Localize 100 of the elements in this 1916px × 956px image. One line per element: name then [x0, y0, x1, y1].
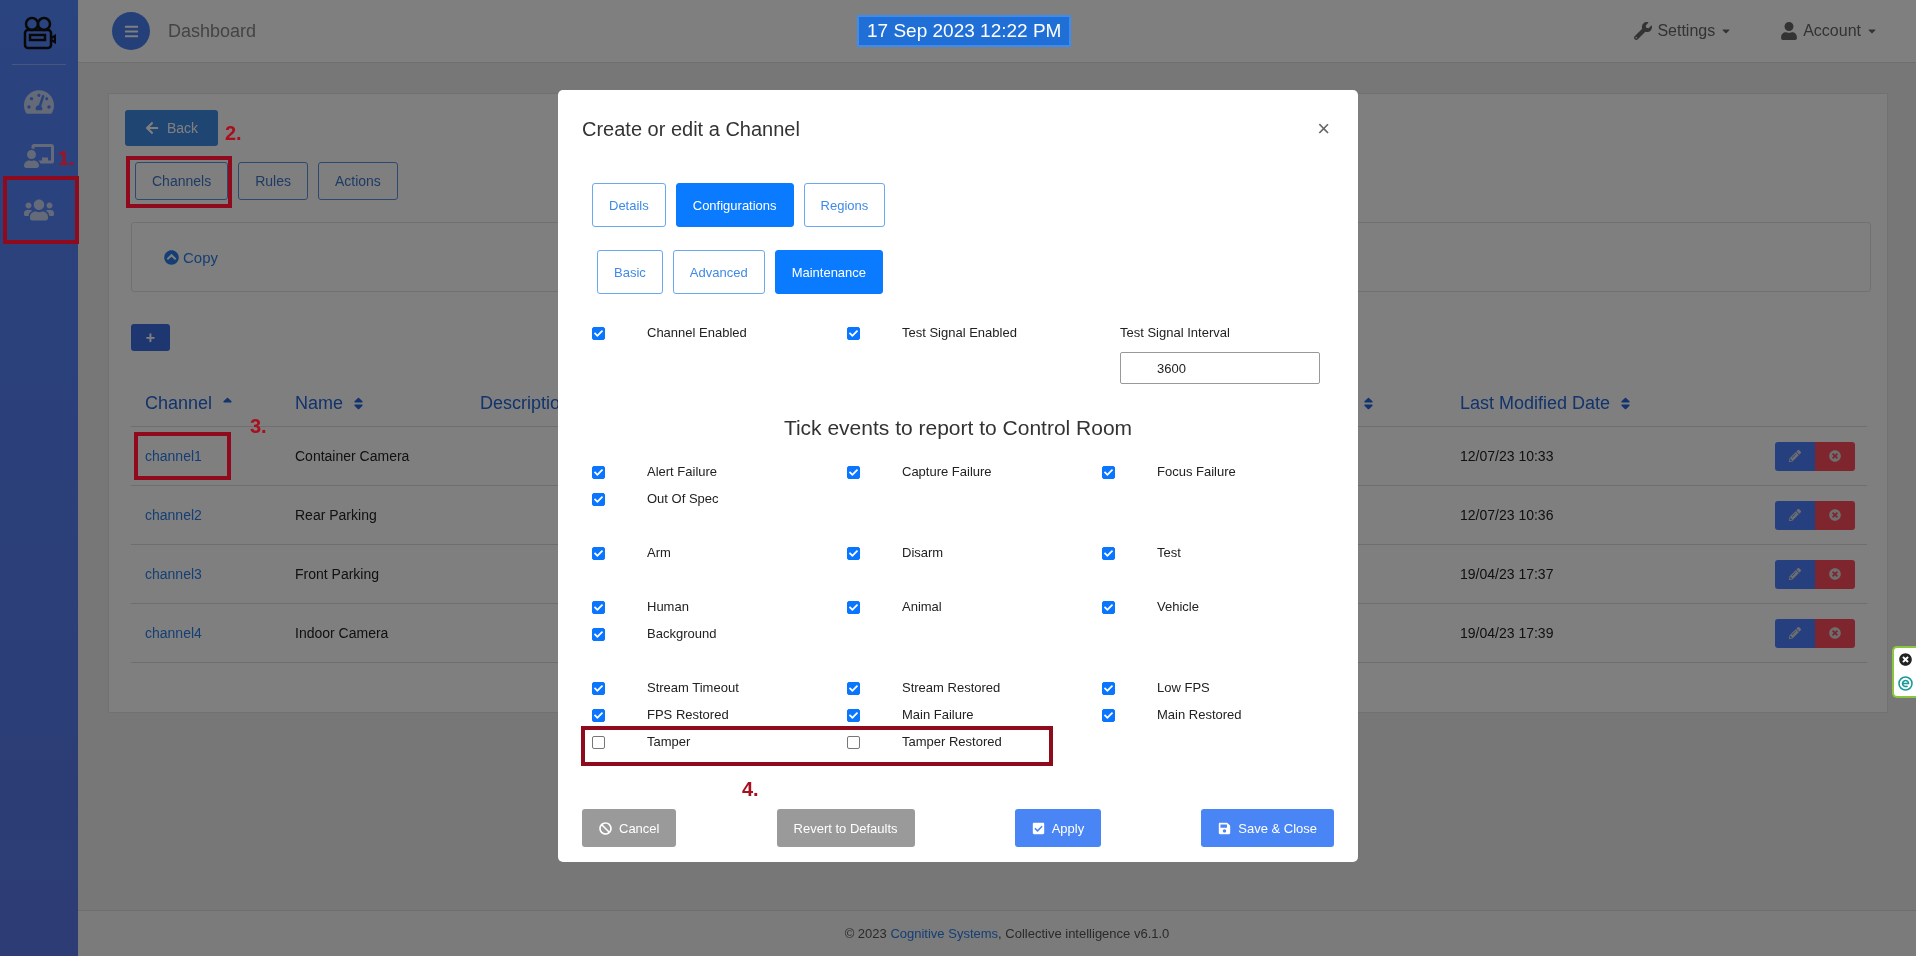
- checkbox-label: Tamper Restored: [902, 734, 1002, 749]
- checkbox[interactable]: [1102, 682, 1115, 695]
- edit-button[interactable]: [1775, 500, 1815, 530]
- checkbox[interactable]: [847, 466, 860, 479]
- save-button[interactable]: Save & Close: [1201, 809, 1334, 847]
- column-header[interactable]: Channel: [145, 393, 213, 414]
- revert-button[interactable]: Revert to Defaults: [776, 809, 915, 847]
- delete-button[interactable]: [1815, 618, 1855, 648]
- delete-button[interactable]: [1815, 559, 1855, 589]
- checkbox-label: FPS Restored: [647, 707, 729, 722]
- field-label: Test Signal Interval: [1120, 325, 1231, 340]
- tab[interactable]: Advanced: [672, 250, 765, 294]
- tab[interactable]: Channels: [135, 162, 229, 200]
- table-cell: 19/04/23 17:37: [1460, 566, 1554, 582]
- checkbox[interactable]: [592, 628, 605, 641]
- menu-button[interactable]: [112, 12, 150, 50]
- column-header[interactable]: Name: [295, 393, 343, 414]
- checkbox[interactable]: [592, 327, 605, 340]
- checkbox-label: Disarm: [902, 545, 944, 560]
- channel-link[interactable]: channel4: [145, 625, 202, 641]
- checkbox-label: Stream Restored: [902, 680, 1001, 695]
- tab[interactable]: Basic: [597, 250, 663, 294]
- menu-dropdown[interactable]: Account: [1774, 21, 1884, 41]
- checkbox[interactable]: [1102, 466, 1115, 479]
- tab[interactable]: Maintenance: [774, 250, 884, 294]
- checkbox-label: Vehicle: [1157, 599, 1199, 614]
- column-header[interactable]: Descriptio: [480, 393, 561, 414]
- close-icon[interactable]: [1898, 653, 1912, 666]
- shield-e-icon[interactable]: [1897, 676, 1913, 691]
- checkbox-label: Test: [1157, 545, 1181, 560]
- copy-link[interactable]: Copy: [164, 248, 219, 266]
- checkbox[interactable]: [847, 547, 860, 560]
- checkbox-label: Background: [647, 626, 717, 641]
- checkbox[interactable]: [1102, 547, 1115, 560]
- pencil-icon: [1789, 509, 1801, 521]
- column-header[interactable]: Last Modified Date: [1460, 393, 1611, 414]
- table-cell: 12/07/23 10:36: [1460, 507, 1554, 523]
- checkbox[interactable]: [592, 493, 605, 506]
- close-button[interactable]: ×: [1313, 116, 1334, 142]
- checkbox-label: Animal: [902, 599, 942, 614]
- checkbox-label: Main Restored: [1157, 707, 1242, 722]
- date-time-badge: 17 Sep 2023 12:22 PM: [857, 15, 1072, 47]
- add-button[interactable]: +: [131, 324, 170, 351]
- checkbox-label: Test Signal Enabled: [902, 325, 1017, 340]
- checkbox[interactable]: [847, 682, 860, 695]
- edit-button[interactable]: [1775, 559, 1815, 589]
- channel-link[interactable]: channel1: [145, 448, 202, 464]
- delete-button[interactable]: [1815, 441, 1855, 471]
- camera-logo-icon[interactable]: [22, 16, 56, 52]
- checkbox-label: Stream Timeout: [647, 680, 739, 695]
- wrench-icon: [1634, 22, 1653, 40]
- checkbox[interactable]: [592, 682, 605, 695]
- checkbox-label: Main Failure: [902, 707, 974, 722]
- tab[interactable]: Details: [592, 183, 666, 227]
- page-title: Dashboard: [168, 20, 257, 42]
- checkbox-label: Focus Failure: [1157, 464, 1236, 479]
- checkbox[interactable]: [847, 709, 860, 722]
- checkbox[interactable]: [592, 736, 605, 749]
- checkbox[interactable]: [847, 736, 860, 749]
- sort-icon[interactable]: [351, 396, 366, 411]
- delete-button[interactable]: [1815, 500, 1855, 530]
- checkbox-label: Alert Failure: [647, 464, 718, 479]
- edit-button[interactable]: [1775, 618, 1815, 648]
- copyright-text: © 2023 Cognitive Systems, Collective intelligence v6.1.0: [844, 926, 1170, 941]
- channel-link[interactable]: channel2: [145, 507, 202, 523]
- pencil-icon: [1789, 450, 1801, 462]
- tab[interactable]: Regions: [803, 183, 886, 227]
- back-button[interactable]: Back: [125, 110, 219, 146]
- cancel-button[interactable]: Cancel: [582, 809, 677, 847]
- checkbox[interactable]: [1102, 709, 1115, 722]
- callout-number: 2.: [225, 122, 242, 145]
- checkbox-label: Arm: [647, 545, 671, 560]
- apply-button[interactable]: Apply: [1014, 809, 1102, 847]
- checkbox-label: Out Of Spec: [647, 491, 719, 506]
- tab[interactable]: Rules: [238, 162, 308, 200]
- table-cell: Rear Parking: [295, 507, 377, 523]
- table-cell: Container Camera: [295, 448, 410, 464]
- checkbox[interactable]: [592, 709, 605, 722]
- cancel-icon: [599, 821, 612, 835]
- tab[interactable]: Configurations: [675, 183, 794, 227]
- checkbox[interactable]: [592, 547, 605, 560]
- interval-field[interactable]: 3600: [1120, 352, 1320, 384]
- checkbox[interactable]: [592, 601, 605, 614]
- edit-button[interactable]: [1775, 441, 1815, 471]
- user-icon: [1780, 22, 1799, 40]
- checkbox[interactable]: [847, 601, 860, 614]
- pencil-icon: [1789, 568, 1801, 580]
- checkbox[interactable]: [847, 327, 860, 340]
- menu-dropdown[interactable]: Settings: [1628, 21, 1739, 41]
- pencil-icon: [1789, 627, 1801, 639]
- table-cell: 12/07/23 10:33: [1460, 448, 1554, 464]
- dialog-title: Create or edit a Channel: [582, 117, 800, 141]
- menu-icon: [123, 23, 139, 39]
- checkbox[interactable]: [1102, 601, 1115, 614]
- channel-link[interactable]: channel3: [145, 566, 202, 582]
- checkbox-label: Channel Enabled: [647, 325, 747, 340]
- checkbox[interactable]: [592, 466, 605, 479]
- tab[interactable]: Actions: [317, 162, 398, 200]
- chevron-up-icon: [164, 249, 179, 265]
- sort-icon[interactable]: [1361, 396, 1376, 411]
